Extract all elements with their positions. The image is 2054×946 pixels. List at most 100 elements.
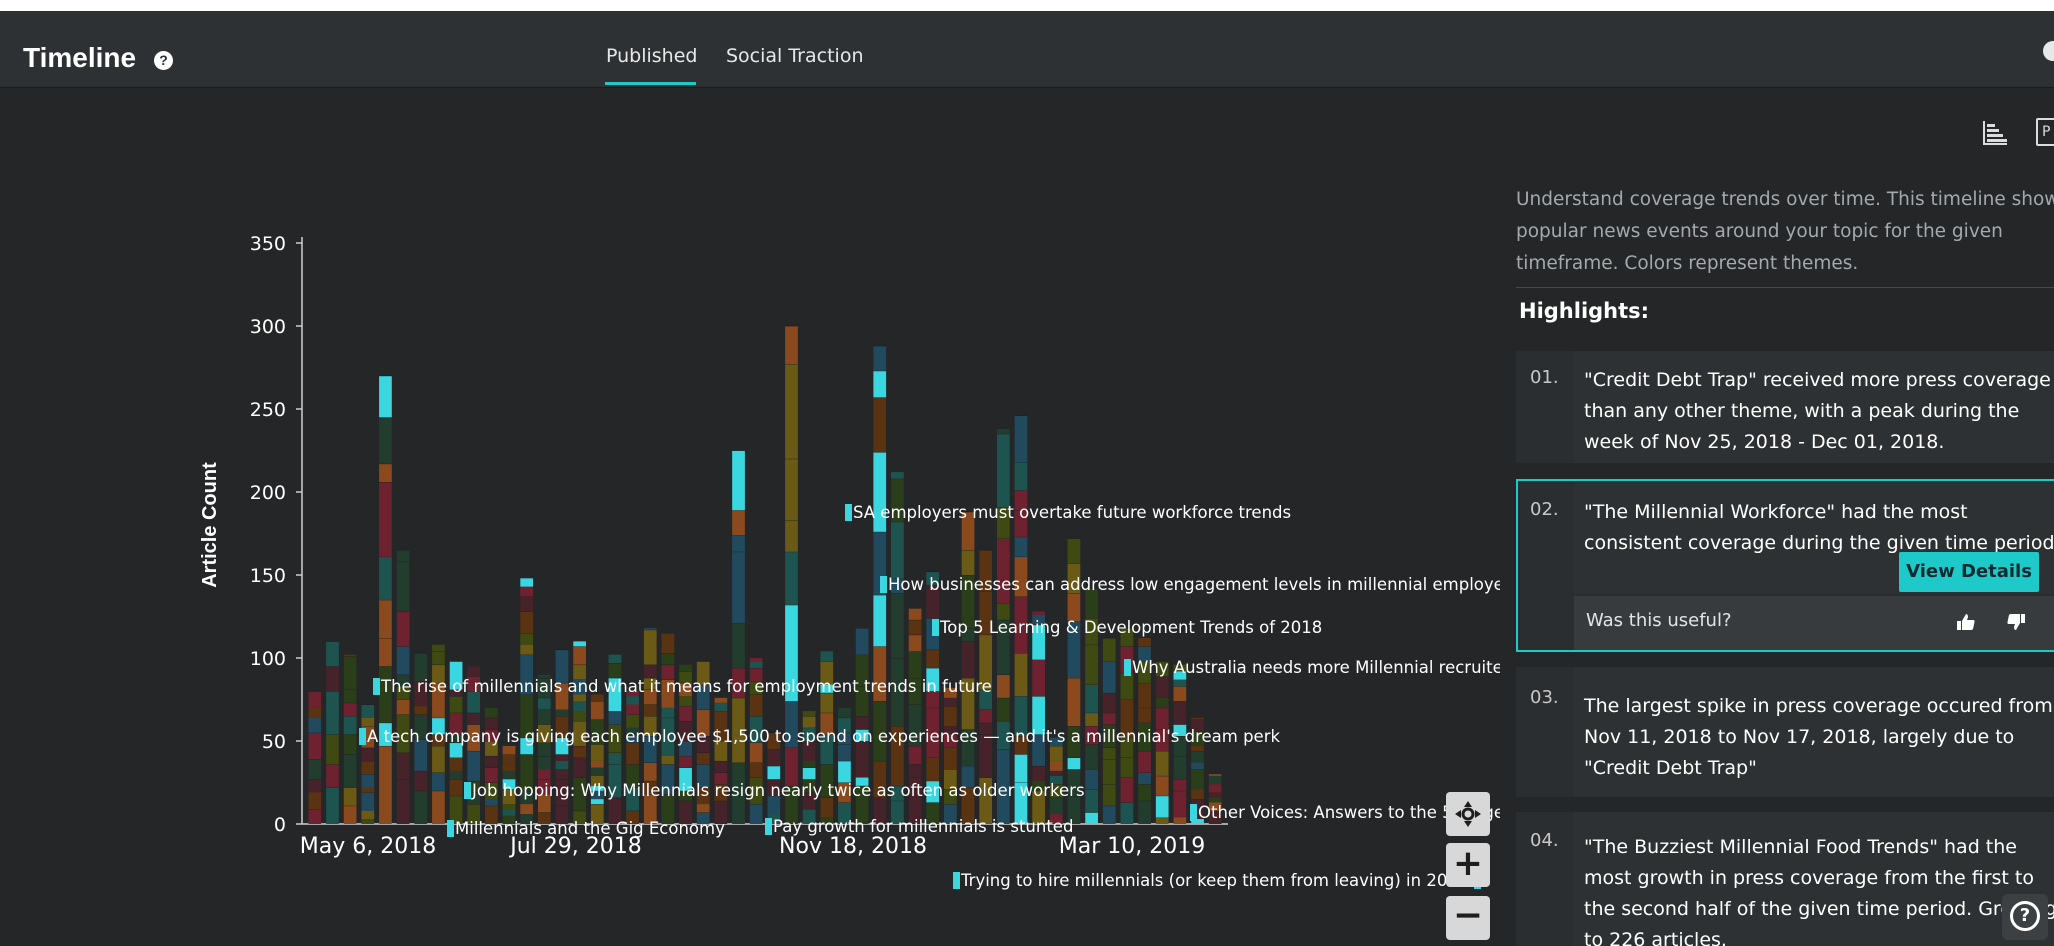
bar[interactable] — [838, 707, 851, 824]
question-icon: ? — [2010, 901, 2040, 931]
feedback-row: Was this useful? — [1574, 596, 2054, 650]
bar-segment — [785, 364, 798, 459]
bar-segment — [1085, 712, 1098, 727]
bar-segment — [467, 666, 481, 677]
bar-segment — [537, 755, 551, 770]
bar-segment — [679, 706, 692, 722]
bar-segment — [396, 779, 410, 824]
bar[interactable] — [767, 732, 781, 824]
y-tick-label: 250 — [250, 399, 286, 421]
bar[interactable] — [485, 707, 498, 824]
tab-social-traction[interactable]: Social Traction — [726, 45, 863, 67]
annotation-label[interactable]: Top 5 Learning & Development Trends of 2… — [939, 618, 1322, 637]
help-button[interactable]: ? — [2002, 894, 2048, 940]
highlight-number: 01. — [1530, 367, 1559, 388]
highlight-text: "Credit Debt Trap" received more press c… — [1584, 369, 2051, 453]
bar-segment — [396, 699, 410, 715]
bar[interactable] — [343, 654, 357, 824]
bar-segment — [643, 629, 657, 665]
highlight-text: The largest spike in press coverage occu… — [1584, 695, 2053, 779]
thumbs-up-icon[interactable] — [1956, 612, 1976, 632]
bar-segment — [343, 787, 357, 806]
annotation-label[interactable]: Why Australia needs more Millennial recr… — [1132, 658, 1500, 677]
bar-segment — [361, 792, 375, 811]
x-tick-label: May 6, 2018 — [300, 834, 436, 859]
bar[interactable] — [626, 691, 639, 824]
bar[interactable] — [308, 690, 322, 824]
bar-segment — [873, 345, 887, 371]
feedback-label: Was this useful? — [1586, 610, 1732, 631]
bar-segment — [520, 578, 534, 587]
annotation-label[interactable]: How businesses can address low engagemen… — [888, 575, 1500, 594]
bar-segment — [873, 397, 887, 453]
bar-segment — [1102, 661, 1116, 693]
bar-segment — [343, 689, 357, 703]
bar[interactable] — [537, 674, 551, 824]
pan-button[interactable] — [1446, 792, 1490, 836]
bar-segment — [838, 744, 851, 761]
active-tab-indicator — [605, 82, 696, 85]
bar-segment — [361, 810, 375, 820]
annotation-label[interactable]: The rise of millennials and what it mean… — [380, 677, 992, 696]
tab-published[interactable]: Published — [606, 45, 697, 67]
bar[interactable] — [326, 641, 339, 824]
help-icon[interactable]: ? — [154, 51, 173, 70]
x-tick-label: Nov 18, 2018 — [779, 834, 927, 859]
annotation-label[interactable]: A tech company is giving each employee $… — [367, 727, 1280, 746]
bar-segment — [1032, 765, 1045, 781]
bar[interactable] — [785, 325, 798, 824]
bar-segment — [414, 706, 428, 715]
zoom-out-button[interactable]: − — [1446, 896, 1490, 940]
zoom-in-button[interactable]: + — [1446, 843, 1490, 887]
bar-segment — [1032, 659, 1045, 697]
bar-segment — [590, 701, 604, 720]
annotation-marker — [1190, 804, 1197, 821]
bar-segment — [308, 799, 322, 810]
bar-segment — [626, 714, 639, 728]
comment-icon[interactable] — [2043, 41, 2054, 61]
bar-segment — [891, 521, 904, 579]
bar-segment — [802, 716, 816, 728]
bar-segment — [308, 691, 322, 708]
annotation-label[interactable]: Trying to hire millennials (or keep them… — [960, 871, 1477, 890]
bar-segment — [414, 770, 428, 791]
bar-segment — [573, 641, 586, 647]
bar[interactable] — [590, 694, 604, 824]
bar[interactable] — [961, 511, 975, 824]
bar-segment — [361, 704, 375, 718]
bar-segment — [1102, 638, 1116, 662]
bar[interactable] — [714, 697, 728, 824]
bar-segment — [679, 696, 692, 707]
bar-segment — [1138, 682, 1151, 708]
bar-segment — [308, 792, 322, 800]
pdf-icon[interactable]: P — [2036, 118, 2054, 146]
bar[interactable] — [891, 472, 904, 824]
annotation-marker — [373, 678, 380, 695]
bar[interactable] — [361, 704, 375, 824]
bar[interactable] — [732, 450, 745, 825]
app-root: Timeline ? Published Social Traction 0 50… — [0, 11, 2054, 946]
bar-segment — [1120, 802, 1134, 824]
bar-segment — [891, 472, 904, 479]
bar-segment — [308, 707, 322, 718]
pan-icon — [1455, 801, 1481, 827]
bar-segment — [343, 716, 357, 735]
bar-segment — [714, 760, 728, 773]
bar-segment — [379, 463, 392, 483]
bar[interactable] — [944, 687, 957, 824]
bar-segment — [1138, 750, 1151, 773]
bar-segment — [1032, 611, 1045, 615]
bar-segment — [1155, 676, 1169, 698]
bar-chart-icon[interactable] — [1981, 120, 2007, 146]
annotation-marker — [765, 818, 772, 835]
annotation-label[interactable]: Job hopping: Why Millennials resign near… — [471, 781, 1085, 800]
bar-segment — [1102, 784, 1116, 806]
y-axis-label: Article Count — [199, 462, 221, 588]
thumbs-down-icon[interactable] — [2006, 612, 2026, 632]
bar[interactable] — [379, 375, 392, 824]
timeline-chart[interactable]: 0 50 100 150 200 250 300 350 SA employers must … — [0, 87, 1500, 946]
annotation-label[interactable]: SA employers must overtake future workfo… — [853, 503, 1291, 522]
bar-segment — [396, 561, 410, 612]
view-details-button[interactable]: View Details — [1899, 552, 2039, 592]
bar-segment — [1191, 745, 1204, 751]
